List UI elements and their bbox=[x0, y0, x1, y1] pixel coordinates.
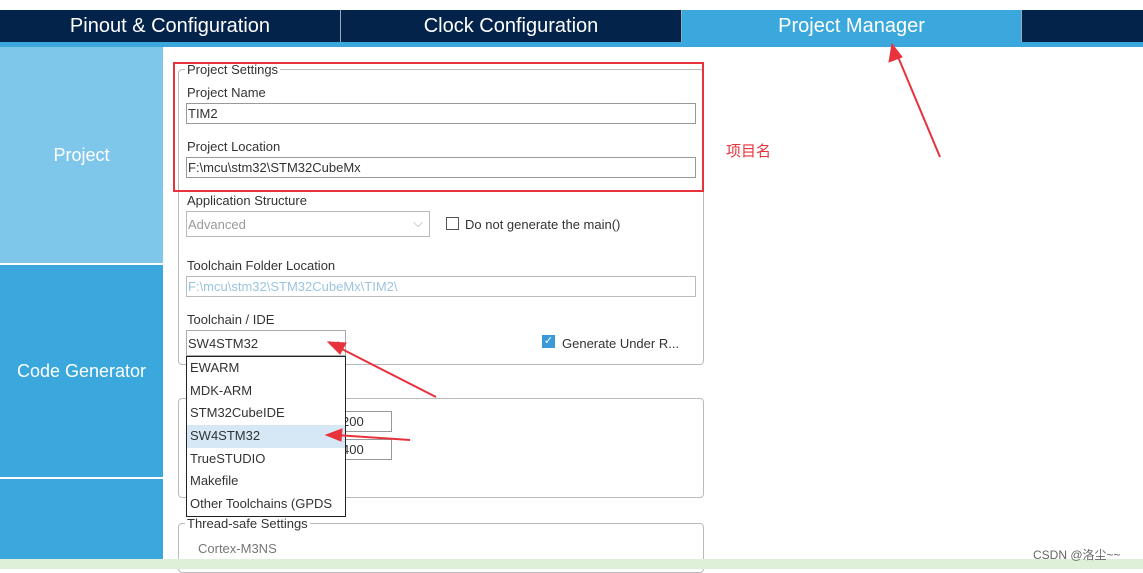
watermark: CSDN @洛尘~~ bbox=[1033, 548, 1121, 562]
bottom-strip bbox=[0, 559, 1143, 569]
arrow-to-toolchain-select bbox=[335, 345, 437, 398]
annotation-arrows bbox=[324, 42, 941, 442]
arrow-to-project-manager bbox=[895, 51, 941, 158]
arrowhead bbox=[326, 341, 347, 355]
arrow-to-sw4stm32 bbox=[335, 434, 411, 441]
arrowhead bbox=[324, 428, 343, 442]
